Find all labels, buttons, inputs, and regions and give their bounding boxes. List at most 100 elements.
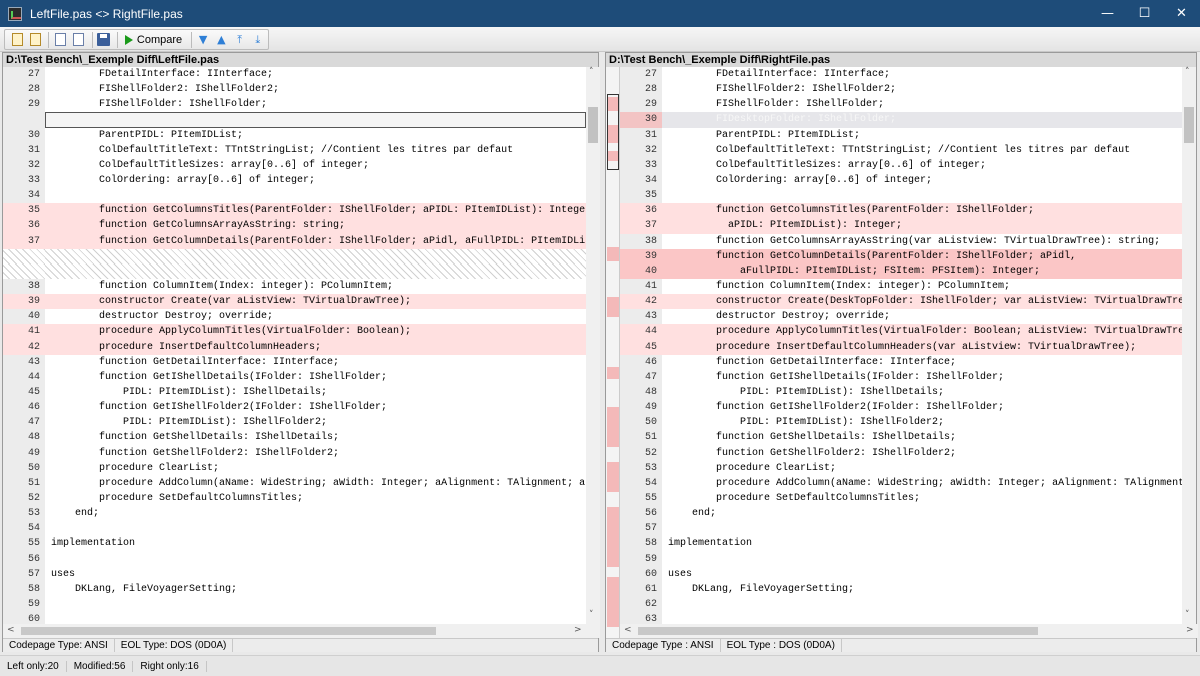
code-line[interactable]: 28 FIShellFolder2: IShellFolder2; (620, 82, 1182, 98)
compare-button[interactable]: Compare (137, 34, 182, 46)
code-line[interactable]: 27 FDetailInterface: IInterface; (620, 67, 1182, 83)
code-line[interactable]: 39 function GetColumnDetails(ParentFolde… (620, 248, 1182, 264)
code-line[interactable]: 57 uses (3, 566, 586, 582)
code-line[interactable]: 43 function GetDetailInterface: IInterfa… (3, 354, 586, 370)
code-line[interactable]: 60 uses (620, 566, 1182, 582)
code-line[interactable]: 62 (620, 596, 1182, 613)
code-line[interactable]: 44 procedure ApplyColumnTitles(VirtualFo… (620, 324, 1182, 340)
code-line[interactable]: 40 destructor Destroy; override; (3, 309, 586, 325)
code-line[interactable] (3, 248, 586, 264)
code-line[interactable]: 54 procedure AddColumn(aName: WideString… (620, 475, 1182, 491)
code-line[interactable]: 53 end; (3, 506, 586, 522)
left-horizontal-thumb[interactable] (21, 627, 436, 635)
scroll-down-icon[interactable]: ˅ (1185, 610, 1190, 620)
code-line[interactable]: 34 (3, 188, 586, 204)
right-code-view[interactable]: 27 FDetailInterface: IInterface; 28 FIShe… (620, 67, 1182, 624)
scroll-up-icon[interactable]: ˄ (589, 67, 594, 77)
code-line[interactable]: 51 function GetShellDetails: IShellDetai… (620, 430, 1182, 446)
code-line[interactable]: 59 (620, 551, 1182, 567)
code-line[interactable]: 30 FIDesktopFolder: IShellFolder; (620, 112, 1182, 128)
code-line[interactable]: 45 procedure InsertDefaultColumnHeaders(… (620, 339, 1182, 355)
diff-map[interactable] (606, 67, 620, 638)
code-line[interactable]: 55 procedure SetDefaultColumnsTitles; (620, 490, 1182, 507)
code-line[interactable]: 38 function GetColumnsArrayAsString(var … (620, 233, 1182, 249)
left-horizontal-scrollbar[interactable]: < > (3, 624, 600, 638)
next-diff-button[interactable]: ▼ (195, 31, 211, 49)
scroll-right-icon[interactable]: > (1186, 625, 1194, 635)
last-diff-button[interactable]: ⤓ (250, 31, 266, 49)
code-line[interactable] (3, 263, 586, 279)
close-button[interactable]: ✕ (1163, 0, 1200, 27)
code-line[interactable]: 31 ColDefaultTitleText: TTntStringList; … (3, 142, 586, 158)
code-line[interactable]: 46 function GetIShellFolder2(IFolder: IS… (3, 400, 586, 416)
right-vertical-scrollbar[interactable]: ˄ ˅ (1182, 67, 1196, 624)
code-line[interactable]: 46 function GetDetailInterface: IInterfa… (620, 354, 1182, 370)
code-line[interactable]: 31 ParentPIDL: PItemIDList; (620, 127, 1182, 143)
code-line[interactable] (3, 112, 586, 128)
scroll-down-icon[interactable]: ˅ (589, 610, 594, 620)
code-line[interactable]: 49 function GetShellFolder2: IShellFolde… (3, 445, 586, 461)
code-line[interactable]: 42 constructor Create(DeskTopFolder: ISh… (620, 294, 1182, 310)
code-line[interactable]: 58 implementation (620, 536, 1182, 552)
code-line[interactable]: 32 ColDefaultTitleText: TTntStringList; … (620, 142, 1182, 158)
code-line[interactable]: 49 function GetIShellFolder2(IFolder: IS… (620, 400, 1182, 416)
save-button[interactable] (96, 31, 112, 49)
left-code-view[interactable]: 27 FDetailInterface: IInterface; 28 FIShe… (3, 67, 586, 624)
code-line[interactable]: 50 PIDL: PItemIDList): IShellFolder2; (620, 415, 1182, 431)
code-line[interactable]: 51 procedure AddColumn(aName: WideString… (3, 475, 586, 491)
code-line[interactable]: 35 (620, 188, 1182, 204)
code-line[interactable]: 43 destructor Destroy; override; (620, 309, 1182, 325)
right-horizontal-thumb[interactable] (638, 627, 1038, 635)
code-line[interactable]: 53 procedure ClearList; (620, 460, 1182, 476)
code-line[interactable]: 61 DKLang, FileVoyagerSetting; (620, 581, 1182, 597)
open-right-button[interactable] (27, 31, 43, 49)
code-line[interactable]: 38 function ColumnItem(Index: integer): … (3, 278, 586, 295)
code-line[interactable]: 56 end; (620, 506, 1182, 522)
code-line[interactable]: 34 ColOrdering: array[0..6] of integer; (620, 172, 1182, 189)
code-line[interactable]: 32 ColDefaultTitleSizes: array[0..6] of … (3, 157, 586, 173)
right-vertical-thumb[interactable] (1184, 107, 1194, 143)
code-line[interactable]: 55 implementation (3, 536, 586, 552)
code-line[interactable]: 52 procedure SetDefaultColumnsTitles; (3, 490, 586, 507)
code-line[interactable]: 30 ParentPIDL: PItemIDList; (3, 127, 586, 143)
code-line[interactable]: 33 ColOrdering: array[0..6] of integer; (3, 172, 586, 189)
diff-map-viewport[interactable] (607, 94, 619, 170)
open-left-button[interactable] (9, 31, 25, 49)
prev-diff-button[interactable]: ▲ (213, 31, 229, 49)
code-line[interactable]: 48 function GetShellDetails: IShellDetai… (3, 430, 586, 446)
code-line[interactable]: 47 function GetIShellDetails(IFolder: IS… (620, 369, 1182, 385)
code-line[interactable]: 58 DKLang, FileVoyagerSetting; (3, 581, 586, 597)
right-horizontal-scrollbar[interactable]: < > (620, 624, 1198, 638)
copy-left-button[interactable] (52, 31, 68, 49)
scroll-left-icon[interactable]: < (7, 625, 15, 635)
play-icon[interactable] (124, 34, 133, 45)
code-line[interactable]: 37 function GetColumnDetails(ParentFolde… (3, 233, 586, 249)
first-diff-button[interactable]: ⤒ (232, 31, 248, 49)
code-line[interactable]: 50 procedure ClearList; (3, 460, 586, 476)
code-line[interactable]: 57 (620, 521, 1182, 537)
code-line[interactable]: 28 FIShellFolder2: IShellFolder2; (3, 82, 586, 98)
code-line[interactable]: 36 function GetColumnsArrayAsString: str… (3, 218, 586, 234)
code-line[interactable]: 42 procedure InsertDefaultColumnHeaders; (3, 339, 586, 355)
left-vertical-thumb[interactable] (588, 107, 598, 143)
code-line[interactable]: 36 function GetColumnsTitles(ParentFolde… (620, 203, 1182, 219)
code-line[interactable]: 45 PIDL: PItemIDList): IShellDetails; (3, 384, 586, 401)
copy-right-button[interactable] (71, 31, 87, 49)
code-line[interactable]: 54 (3, 521, 586, 537)
scroll-right-icon[interactable]: > (574, 625, 582, 635)
maximize-button[interactable]: ☐ (1126, 0, 1163, 27)
code-line[interactable]: 35 function GetColumnsTitles(ParentFolde… (3, 203, 586, 219)
code-line[interactable]: 56 (3, 551, 586, 567)
minimize-button[interactable]: — (1089, 0, 1126, 27)
code-line[interactable]: 29 FIShellFolder: IShellFolder; (3, 97, 586, 113)
code-line[interactable]: 29 FIShellFolder: IShellFolder; (620, 97, 1182, 113)
code-line[interactable]: 40 aFullPIDL: PItemIDList; FSItem: PFSIt… (620, 263, 1182, 279)
code-line[interactable]: 33 ColDefaultTitleSizes: array[0..6] of … (620, 157, 1182, 173)
code-line[interactable]: 44 function GetIShellDetails(IFolder: IS… (3, 369, 586, 385)
code-line[interactable]: 60 (3, 612, 586, 624)
code-line[interactable]: 39 constructor Create(var aListView: TVi… (3, 294, 586, 310)
scroll-left-icon[interactable]: < (624, 625, 632, 635)
code-line[interactable]: 41 function ColumnItem(Index: integer): … (620, 278, 1182, 295)
code-line[interactable]: 48 PIDL: PItemIDList): IShellDetails; (620, 384, 1182, 401)
code-line[interactable]: 41 procedure ApplyColumnTitles(VirtualFo… (3, 324, 586, 340)
